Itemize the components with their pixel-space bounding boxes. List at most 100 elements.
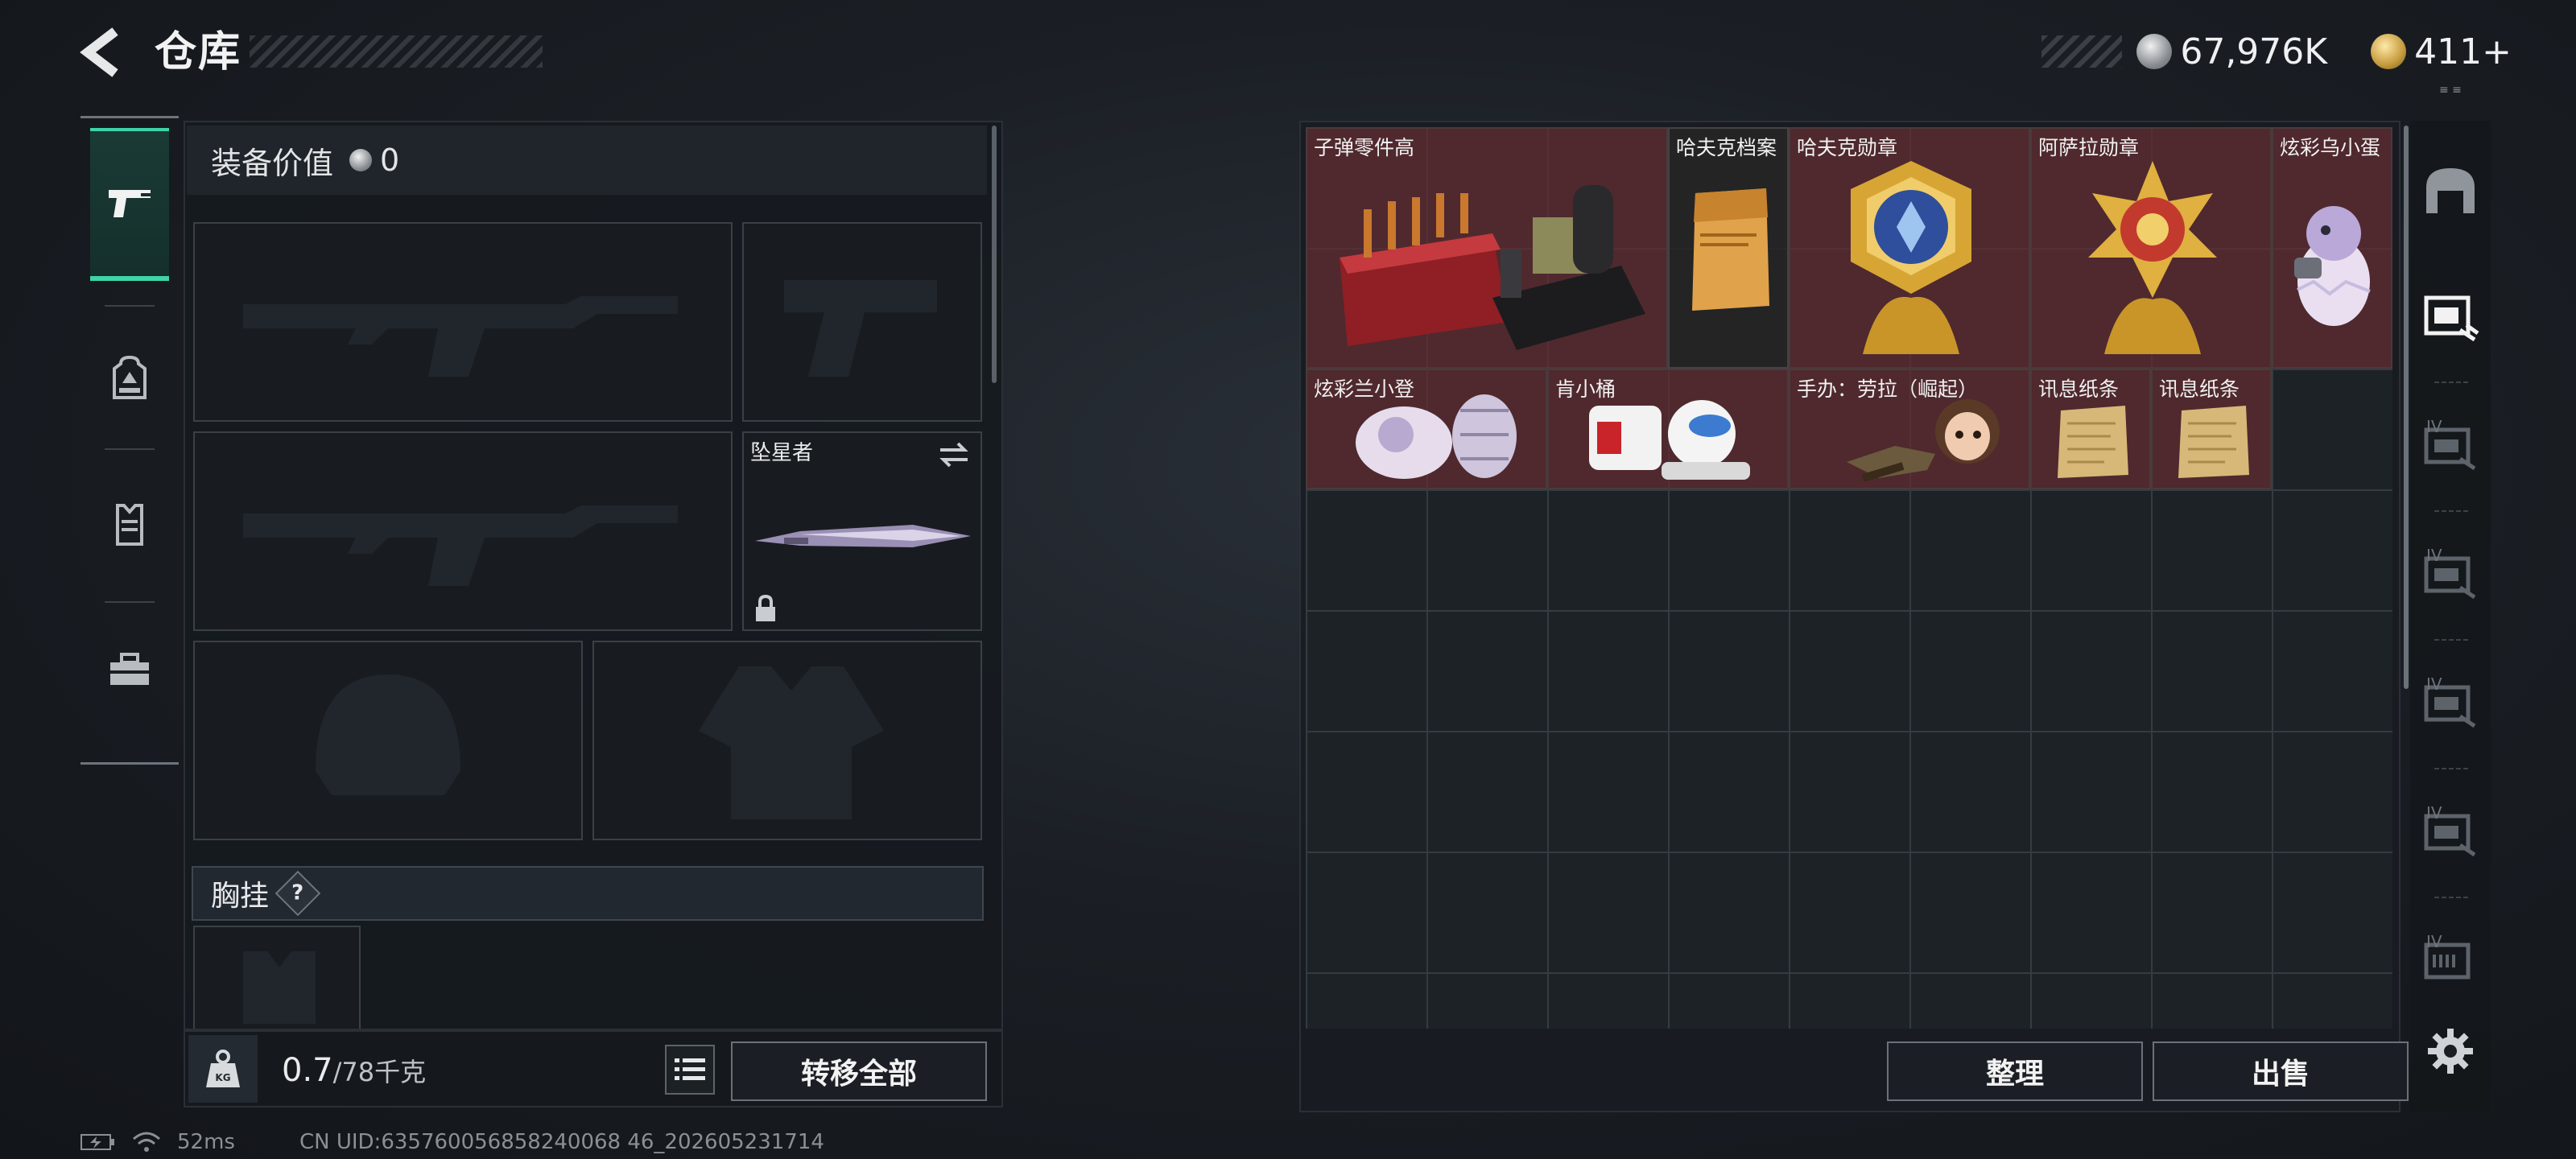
warehouse-item[interactable]: 肯小桶 bbox=[1547, 369, 1789, 489]
nav-backpack[interactable] bbox=[90, 326, 169, 431]
silver-amount: 67,976K bbox=[2180, 31, 2328, 72]
weight-icon: KG bbox=[206, 1050, 240, 1087]
help-icon: ? bbox=[291, 881, 304, 905]
equipment-value-amount: 0 bbox=[380, 142, 400, 178]
tab-tier-label: IV bbox=[2426, 803, 2442, 823]
chest-rig-slot[interactable] bbox=[193, 926, 361, 1029]
transfer-all-button[interactable]: 转移全部 bbox=[731, 1041, 987, 1101]
helmet-silhouette-icon bbox=[316, 674, 460, 795]
armor-silhouette-icon bbox=[699, 666, 884, 819]
storage-tab-4[interactable]: IV bbox=[2410, 652, 2491, 757]
storage-tab-2[interactable]: IV bbox=[2410, 394, 2491, 499]
asara-medal-icon bbox=[2088, 161, 2217, 354]
toy-figure-icon bbox=[1356, 394, 1517, 479]
settings-button[interactable] bbox=[2418, 1019, 2483, 1083]
chest-rig-label: 胸挂 bbox=[211, 880, 270, 913]
nav-divider bbox=[105, 601, 155, 603]
weight-current: 0.7 bbox=[282, 1052, 333, 1089]
storage-tab-5[interactable]: IV bbox=[2410, 781, 2491, 885]
silver-coin-icon bbox=[2136, 34, 2173, 69]
back-arrow-icon bbox=[80, 27, 118, 77]
warehouse-item[interactable]: 炫彩兰小登 bbox=[1306, 369, 1547, 489]
warehouse-item[interactable]: 阿萨拉勋章 bbox=[2030, 127, 2272, 369]
warehouse-item[interactable]: 哈夫克档案 bbox=[1668, 127, 1789, 369]
list-view-button[interactable] bbox=[665, 1045, 715, 1095]
melee-slot[interactable]: 坠星者 bbox=[742, 431, 982, 631]
swap-icon[interactable] bbox=[937, 441, 971, 468]
ammo-parts-crate-icon bbox=[1340, 185, 1645, 350]
weight-icon-box: KG bbox=[188, 1035, 258, 1103]
helmet-slot[interactable] bbox=[193, 641, 583, 840]
tab-divider bbox=[2434, 382, 2468, 383]
warehouse-item[interactable]: 手办：劳拉（崛起） bbox=[1789, 369, 2030, 489]
sell-button[interactable]: 出售 bbox=[2153, 1041, 2409, 1101]
lock-icon bbox=[756, 594, 775, 621]
equipment-scrollbar[interactable] bbox=[992, 126, 997, 383]
nav-toolbox[interactable] bbox=[90, 617, 169, 722]
warehouse-item[interactable]: 炫彩乌小蛋 bbox=[2272, 127, 2392, 369]
user-uid: CN UID:635760056858240068 46_20260523171… bbox=[299, 1130, 824, 1154]
weight-readout: 0.7/78千克 bbox=[282, 1046, 426, 1096]
chest-rig-header: 胸挂 ? bbox=[192, 866, 984, 921]
gear-icon bbox=[2428, 1029, 2473, 1074]
primary-weapon-slot-2[interactable] bbox=[193, 431, 733, 631]
nav-divider bbox=[105, 448, 155, 450]
back-button[interactable] bbox=[74, 24, 130, 80]
tab-tier-label: IV bbox=[2426, 674, 2442, 694]
item-name: 讯息纸条 bbox=[2159, 377, 2240, 401]
melee-slot-label: 坠星者 bbox=[750, 441, 814, 465]
warehouse-item[interactable]: 子弹零件高 bbox=[1306, 127, 1668, 369]
gold-amount: 411+ bbox=[2414, 31, 2512, 72]
chest-rig-help-button[interactable]: ? bbox=[275, 870, 321, 917]
storage-tab-1[interactable] bbox=[2410, 266, 2491, 370]
tab-tier-label: IV bbox=[2426, 546, 2442, 565]
haavk-medal-icon bbox=[1851, 161, 1971, 354]
storage-shelf-icon bbox=[2424, 295, 2479, 342]
backpack-icon bbox=[113, 356, 147, 399]
nav-armor[interactable] bbox=[90, 472, 169, 577]
currency-decoration bbox=[2041, 35, 2123, 68]
vest-icon bbox=[116, 504, 143, 546]
toolbox-icon bbox=[110, 653, 149, 685]
wifi-icon bbox=[133, 1132, 160, 1152]
sidearm-slot[interactable] bbox=[742, 222, 982, 422]
rifle-silhouette-icon bbox=[243, 505, 678, 586]
sort-button[interactable]: 整理 bbox=[1887, 1041, 2143, 1101]
equipment-value-bar: 装备价值 0 bbox=[187, 126, 987, 195]
tab-divider bbox=[2434, 510, 2468, 512]
rifle-silhouette-icon bbox=[243, 296, 678, 377]
list-icon bbox=[675, 1058, 705, 1080]
warehouse-item[interactable]: 哈夫克勋章 bbox=[1789, 127, 2030, 369]
ping-value: 52ms bbox=[177, 1130, 235, 1154]
item-name: 子弹零件高 bbox=[1314, 136, 1415, 159]
warehouse-scrollbar[interactable] bbox=[2404, 126, 2409, 689]
note-paper-icon bbox=[2058, 406, 2128, 478]
weight-max: /78千克 bbox=[332, 1057, 427, 1087]
storage-tab-3[interactable]: IV bbox=[2410, 523, 2491, 628]
primary-weapon-slot-1[interactable] bbox=[193, 222, 733, 422]
warehouse-grid[interactable]: 子弹零件高 哈夫克档案 哈夫克勋章 阿萨拉勋章 炫彩乌小蛋 炫彩兰小登 肯小桶 … bbox=[1306, 127, 2392, 1029]
item-name: 讯息纸条 bbox=[2038, 377, 2120, 401]
storage-tab-6[interactable]: IV bbox=[2410, 909, 2491, 1014]
nav-weapons[interactable] bbox=[90, 128, 169, 281]
status-bar: 52ms CN UID:635760056858240068 46_202605… bbox=[80, 1130, 824, 1154]
equipment-value-label: 装备价值 bbox=[211, 145, 334, 181]
item-name: 炫彩乌小蛋 bbox=[2280, 136, 2381, 159]
page-title: 仓库 bbox=[155, 28, 242, 76]
body-armor-slot[interactable] bbox=[592, 641, 982, 840]
egg-figure-icon bbox=[2294, 206, 2371, 326]
tab-divider bbox=[2434, 897, 2468, 898]
warehouse-item[interactable]: 讯息纸条 bbox=[2030, 369, 2151, 489]
warehouse-item[interactable]: 讯息纸条 bbox=[2151, 369, 2272, 489]
storage-tabs: IV IV IV IV IV bbox=[2410, 121, 2491, 1112]
tab-tier-label: IV bbox=[2426, 932, 2442, 951]
item-name: 哈夫克档案 bbox=[1676, 136, 1777, 159]
silver-currency[interactable]: 67,976K bbox=[2136, 31, 2327, 72]
pistol-silhouette-icon bbox=[784, 280, 937, 377]
warehouse-building-icon bbox=[2426, 168, 2475, 213]
storage-tab-overview[interactable] bbox=[2410, 137, 2491, 241]
silver-coin-icon bbox=[349, 149, 373, 171]
lara-figure-icon bbox=[1847, 399, 2000, 482]
knife-icon bbox=[755, 525, 971, 547]
gold-currency[interactable]: 411+ bbox=[2371, 31, 2512, 72]
